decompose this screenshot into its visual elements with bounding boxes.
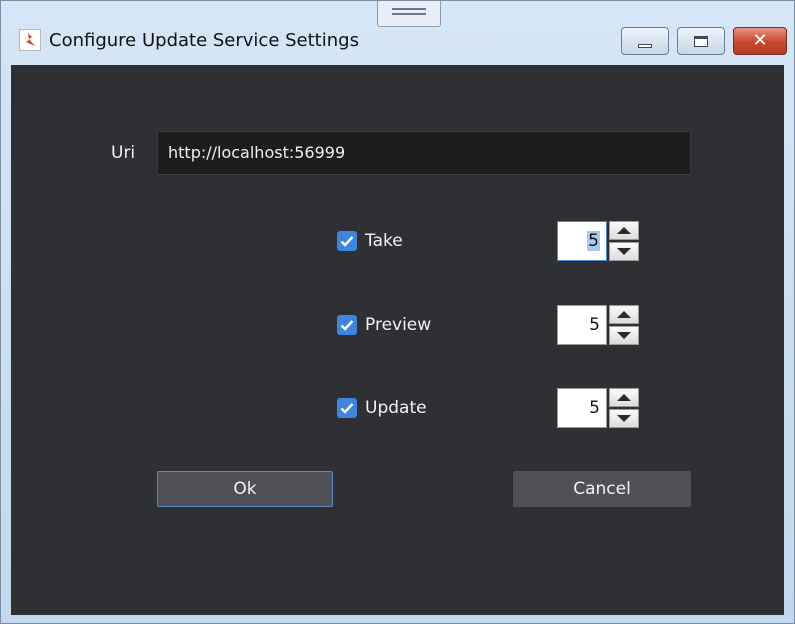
drag-grip-handle[interactable] <box>377 1 441 27</box>
arrow-up-icon <box>617 227 631 234</box>
take-value-input[interactable]: 5 <box>557 221 607 261</box>
close-button[interactable]: ✕ <box>733 27 787 55</box>
uri-input[interactable]: http://localhost:56999 <box>157 131 691 175</box>
preview-stepper: 5 <box>557 305 641 345</box>
arrow-up-icon <box>617 394 631 401</box>
update-increment-button[interactable] <box>609 388 639 407</box>
title-bar[interactable]: Configure Update Service Settings ✕ <box>1 1 794 55</box>
dialog-window: Configure Update Service Settings ✕ Uri … <box>0 0 795 624</box>
take-checkbox[interactable] <box>337 231 357 251</box>
arrow-up-icon <box>617 311 631 318</box>
window-title: Configure Update Service Settings <box>49 30 359 51</box>
ok-button[interactable]: Ok <box>157 471 333 507</box>
arrow-down-icon <box>617 248 631 255</box>
checkmark-icon <box>340 320 354 331</box>
update-stepper: 5 <box>557 388 641 428</box>
take-stepper: 5 <box>557 221 641 261</box>
update-label: Update <box>365 398 427 418</box>
maximize-icon <box>694 35 708 47</box>
minimize-icon <box>638 44 652 48</box>
take-decrement-button[interactable] <box>609 242 639 261</box>
take-increment-button[interactable] <box>609 221 639 240</box>
preview-label: Preview <box>365 315 432 335</box>
preview-decrement-button[interactable] <box>609 326 639 345</box>
update-decrement-button[interactable] <box>609 409 639 428</box>
dialog-content: Uri http://localhost:56999 Take 5 Previe… <box>11 65 784 615</box>
update-checkbox[interactable] <box>337 398 357 418</box>
checkmark-icon <box>340 403 354 414</box>
checkmark-icon <box>340 236 354 247</box>
close-icon: ✕ <box>752 30 768 51</box>
arrow-down-icon <box>617 332 631 339</box>
update-value-input[interactable]: 5 <box>557 388 607 428</box>
uri-label: Uri <box>111 143 136 163</box>
cancel-button[interactable]: Cancel <box>513 471 691 507</box>
take-label: Take <box>365 231 403 251</box>
minimize-button[interactable] <box>621 27 669 55</box>
app-icon <box>19 29 41 51</box>
arrow-down-icon <box>617 415 631 422</box>
preview-value-input[interactable]: 5 <box>557 305 607 345</box>
preview-increment-button[interactable] <box>609 305 639 324</box>
maximize-button[interactable] <box>677 27 725 55</box>
preview-checkbox[interactable] <box>337 315 357 335</box>
